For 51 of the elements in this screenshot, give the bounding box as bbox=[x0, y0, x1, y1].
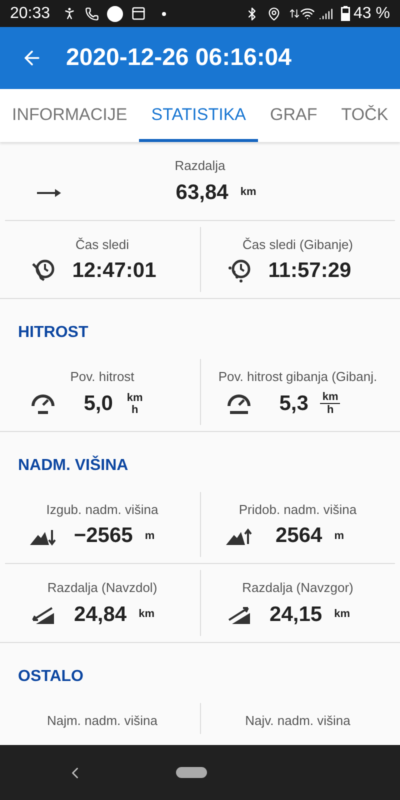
unit-fraction: km h bbox=[126, 392, 144, 416]
wifi-icon bbox=[300, 6, 315, 21]
stat-value: 2564 bbox=[276, 523, 322, 550]
unit-label: km bbox=[240, 185, 256, 200]
stat-value: 12:47:01 bbox=[72, 258, 156, 284]
battery-percent: 43 % bbox=[354, 4, 390, 24]
tab[interactable]: STATISTIKA bbox=[139, 89, 258, 142]
slope-icon bbox=[30, 604, 56, 624]
clock-icon bbox=[226, 258, 252, 284]
clock-icon bbox=[30, 258, 56, 284]
stat-value: 24,84 bbox=[74, 602, 127, 628]
stat-label: Pov. hitrost bbox=[70, 368, 134, 386]
battery-icon bbox=[340, 6, 350, 21]
mountain-icon bbox=[226, 526, 252, 546]
unit-fraction: km h bbox=[320, 391, 340, 416]
unit-label: km bbox=[138, 607, 154, 622]
unit-label: m bbox=[334, 528, 344, 544]
stat-label: Razdalja (Navzdol) bbox=[47, 579, 158, 597]
section-title: OSTALO bbox=[17, 666, 84, 686]
status-time: 20:33 bbox=[10, 4, 50, 24]
section-title: NADM. VIŠINA bbox=[17, 454, 130, 476]
stat-value: −2565 bbox=[74, 523, 133, 550]
section-title: HITROST bbox=[17, 323, 90, 343]
stat-label: Najv. nadm. višina bbox=[245, 712, 350, 730]
unit-label: m bbox=[144, 528, 155, 544]
stat-value: 63,84 bbox=[176, 180, 228, 206]
data-icon bbox=[288, 8, 300, 19]
stat-label: Pov. hitrost gibanja (Gibanj. bbox=[218, 368, 378, 386]
stat-label: Izgub. nadm. višina bbox=[46, 500, 158, 519]
stat-label: Razdalja bbox=[174, 157, 226, 175]
stat-label: Razdalja (Navzgor) bbox=[242, 579, 354, 597]
home-button[interactable] bbox=[176, 767, 207, 778]
slope-icon bbox=[226, 604, 252, 624]
calendar-icon bbox=[131, 6, 146, 21]
app-title: 2020-12-26 06:16:04 bbox=[66, 43, 292, 73]
stat-label: Čas sledi (Gibanje) bbox=[242, 236, 354, 254]
stat-value: 24,15 bbox=[270, 602, 322, 628]
tab[interactable]: TOČK bbox=[329, 89, 400, 142]
phone-icon bbox=[85, 6, 100, 20]
stat-label: Pridob. nadm. višina bbox=[238, 500, 357, 518]
unit-label: km bbox=[334, 607, 350, 622]
arrow-icon bbox=[37, 188, 61, 196]
tab[interactable]: GRAF bbox=[258, 89, 330, 142]
signal-icon bbox=[318, 6, 333, 20]
stat-value: 5,3 bbox=[279, 390, 308, 417]
stat-value: 5,0 bbox=[84, 390, 113, 417]
tab[interactable]: INFORMACIJE bbox=[0, 89, 140, 142]
stat-label: Najm. nadm. višina bbox=[46, 712, 158, 730]
stat-value: 11:57:29 bbox=[268, 258, 352, 284]
stat-label: Čas sledi bbox=[76, 236, 129, 254]
location-icon bbox=[266, 6, 281, 20]
